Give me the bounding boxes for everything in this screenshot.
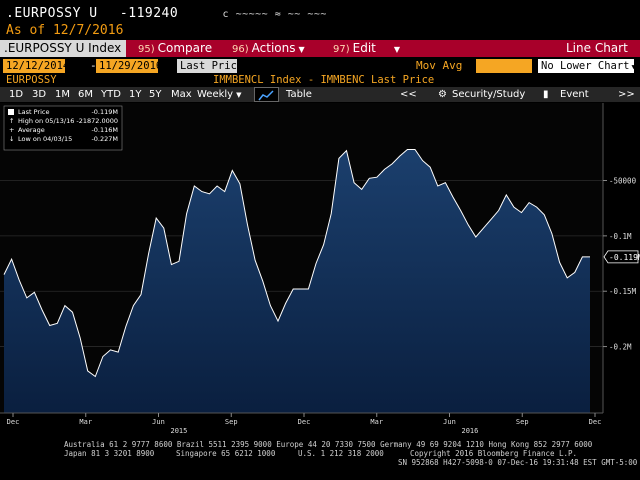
chart-legend: Last Price -0.119M ↑ High on 05/13/16 -2…: [3, 105, 123, 151]
chevron-down-icon: ▼: [298, 45, 305, 54]
ticker-symbol: .EURPOSSY U: [6, 6, 98, 21]
x-month-label: Jun: [443, 418, 456, 426]
actions-menu[interactable]: 96) Actions ▼: [232, 40, 305, 57]
legend-swatch: [8, 109, 14, 115]
event-icon[interactable]: ▮: [543, 87, 549, 102]
period-6m[interactable]: 6M: [78, 87, 93, 102]
legend-label-low: Low on 04/03/15: [18, 135, 72, 143]
legend-high-arrow: ↑: [9, 117, 14, 125]
footer-contacts-line1: Australia 61 2 9777 8600 Brazil 5511 239…: [64, 440, 593, 449]
footer-copyright: Copyright 2016 Bloomberg Finance L.P.: [410, 449, 578, 458]
legend-label-high: High on 05/13/16: [18, 117, 74, 125]
security-header: .EURPOSSY U -119240 c ~~~~~ ≈ ~~ ~~~: [6, 6, 327, 21]
x-year-label: 2015: [171, 427, 188, 435]
price-field-label: Last Price: [180, 60, 244, 72]
period-1y[interactable]: 1Y: [129, 87, 141, 102]
end-date-input[interactable]: 11/29/2016: [96, 59, 162, 73]
x-month-label: Dec: [7, 418, 20, 426]
period-5y[interactable]: 5Y: [149, 87, 161, 102]
study-input[interactable]: [476, 59, 532, 73]
date-range-row: 12/12/2014 - 11/29/2016 Last Price ▼ Mov …: [0, 58, 640, 74]
x-month-label: Mar: [370, 418, 383, 426]
period-ytd[interactable]: YTD: [101, 87, 121, 102]
price-chart: -50000 -0.1M -0.15M -0.2M Dec Mar Jun Sep Dec Ma…: [0, 103, 640, 435]
legend-value-low: -0.227M: [91, 135, 118, 143]
y-tick-label: -0.2M: [609, 343, 632, 352]
scroll-right-button[interactable]: >>: [618, 87, 635, 102]
table-button[interactable]: Table: [286, 87, 312, 102]
frequency-label: Weekly: [197, 89, 234, 100]
frequency-select[interactable]: Weekly ▼: [197, 87, 241, 102]
legend-average-marker: +: [9, 126, 14, 134]
line-chart-icon[interactable]: [254, 87, 279, 102]
x-month-label: Mar: [79, 418, 92, 426]
footer-us: U.S. 1 212 318 2000: [298, 449, 384, 458]
chart-type-label[interactable]: Line Chart: [566, 40, 628, 57]
x-month-label: Dec: [298, 418, 311, 426]
x-month-label: Sep: [225, 418, 238, 426]
edit-menu[interactable]: 97) Edit ▼: [333, 40, 400, 57]
chevron-down-icon: ▼: [631, 63, 636, 71]
legend-low-arrow: ↓: [9, 135, 14, 143]
chart-toolbar: 1D 3D 1M 6M YTD 1Y 5Y Max Weekly ▼ Table …: [0, 87, 640, 102]
legend-value-high: -21872.0000: [76, 117, 118, 125]
lower-chart-label: No Lower Chart: [541, 60, 630, 72]
period-max[interactable]: Max: [171, 87, 192, 102]
chevron-down-icon: ▼: [247, 63, 252, 71]
compare-label: Compare: [157, 41, 213, 55]
start-date-input[interactable]: 12/12/2014: [3, 59, 69, 73]
security-index-field[interactable]: .EURPOSSY U Index: [0, 40, 126, 57]
footer-serial: SN 952868 H427-5098-0 07-Dec-16 19:31:48…: [398, 458, 638, 467]
x-month-label: Jun: [152, 418, 165, 426]
actions-number: 96): [232, 44, 249, 55]
security-study-button[interactable]: Security/Study: [452, 87, 525, 102]
security-name: EURPOSSY: [6, 74, 57, 86]
lower-chart-select[interactable]: No Lower Chart ▼: [538, 59, 636, 73]
last-value-marker: -0.119M: [603, 250, 640, 264]
chevron-down-icon: ▼: [236, 91, 242, 99]
period-1m[interactable]: 1M: [55, 87, 70, 102]
scrambled-description: c ~~~~~ ≈ ~~ ~~~: [222, 9, 327, 20]
footer-japan: Japan 81 3 3201 8900: [64, 449, 155, 458]
chevron-down-icon: ▼: [393, 45, 401, 54]
price-field-select[interactable]: Last Price ▼: [177, 59, 251, 73]
footer-singapore: Singapore 65 6212 1000: [176, 449, 276, 458]
event-button[interactable]: Event: [560, 87, 589, 102]
legend-value-average: -0.116M: [91, 126, 118, 134]
legend-label-last: Last Price: [18, 108, 49, 116]
actions-label: Actions: [251, 41, 296, 55]
legend-value-last: -0.119M: [91, 108, 118, 116]
last-value-label: -0.119M: [609, 253, 640, 262]
compare-number: 95): [138, 44, 155, 55]
legend-label-average: Average: [18, 126, 45, 134]
y-tick-label: -50000: [609, 177, 637, 186]
index-description: IMMBENCL Index - IMMBENC Last Price: [213, 74, 435, 86]
period-1d[interactable]: 1D: [9, 87, 23, 102]
edit-number: 97): [333, 44, 350, 55]
edit-label: Edit: [352, 41, 376, 55]
y-axis: -50000 -0.1M -0.15M -0.2M: [603, 177, 637, 352]
x-month-label: Sep: [516, 418, 529, 426]
x-month-label: Dec: [589, 418, 602, 426]
function-menubar: .EURPOSSY U Index 95) Compare 96) Actions ▼…: [0, 40, 640, 57]
gear-icon[interactable]: ⚙: [438, 87, 447, 102]
ticker-value: -119240: [119, 6, 179, 21]
chart-legend-top: EURPOSSY IMMBENCL Index - IMMBENC Last P…: [6, 74, 626, 86]
y-tick-label: -0.15M: [609, 287, 637, 296]
moving-average-label[interactable]: Mov Avg: [416, 59, 462, 72]
x-axis: Dec Mar Jun Sep Dec Mar Jun Sep Dec 2015 2016: [7, 413, 602, 435]
as-of-date: As of 12/7/2016: [6, 23, 124, 38]
scroll-left-button[interactable]: <<: [400, 87, 417, 102]
period-3d[interactable]: 3D: [32, 87, 46, 102]
y-tick-label: -0.1M: [609, 232, 632, 241]
compare-menu[interactable]: 95) Compare: [138, 40, 212, 57]
x-year-label: 2016: [462, 427, 479, 435]
